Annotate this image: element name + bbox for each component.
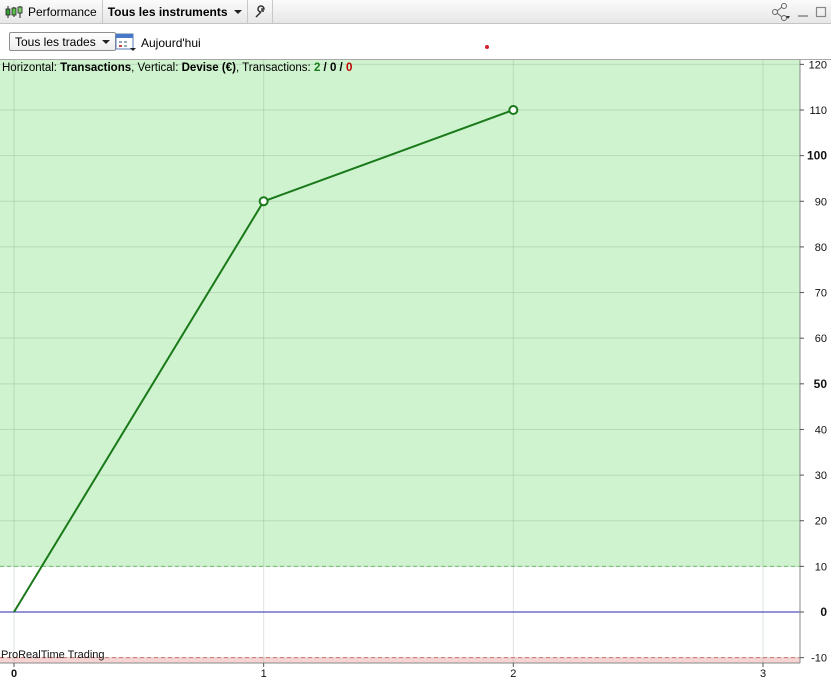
data-point: [508, 105, 519, 115]
y-tick-label: 90: [815, 196, 827, 208]
y-tick-label: 0: [820, 605, 827, 619]
y-tick-label: 100: [807, 149, 827, 163]
y-tick-label: 20: [815, 516, 827, 528]
data-point: [258, 196, 269, 207]
watermark: ProRealTime Trading: [1, 649, 105, 661]
loss-zone: [0, 657, 800, 663]
y-tick-label: 40: [815, 424, 827, 436]
profit-zone: [0, 60, 800, 567]
losing-count: 0: [345, 62, 353, 74]
y-tick-label: 120: [809, 59, 827, 71]
y-tick-label: 10: [815, 561, 827, 573]
y-tick-label: -10: [811, 653, 827, 665]
x-tick-label: 0: [11, 668, 17, 680]
vertical-axis-value: Devise (€): [181, 62, 236, 74]
y-tick-label: 50: [814, 377, 828, 391]
y-tick-label: 80: [815, 242, 827, 254]
sep-2: /: [336, 62, 346, 74]
sep-1: /: [320, 62, 330, 74]
performance-chart[interactable]: -10 0 10 20 30 40 50 60 70 80 90 100 110 120 0 1 2 3: [0, 0, 831, 681]
horizontal-axis-value: Transactions: [60, 62, 132, 74]
x-tick-label: 3: [760, 668, 766, 680]
y-tick-label: 60: [815, 333, 827, 345]
y-tick-label: 70: [815, 288, 827, 300]
x-axis-background: [0, 663, 831, 681]
y-tick-label: 110: [809, 105, 827, 117]
chart-info-line: Horizontal: Transactions, Vertical: Devi…: [2, 62, 352, 74]
x-tick-label: 1: [261, 668, 267, 680]
x-tick-label: 2: [510, 668, 516, 680]
info-prefix: Horizontal:: [2, 62, 61, 74]
info-vertical-label: , Vertical:: [131, 62, 182, 74]
info-transactions-label: , Transactions:: [235, 62, 314, 74]
y-tick-label: 30: [815, 470, 827, 482]
